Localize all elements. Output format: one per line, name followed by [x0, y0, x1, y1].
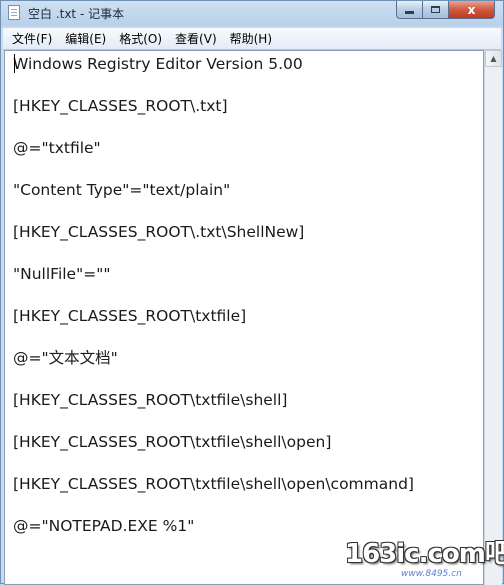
notepad-window: 空白 .txt - 记事本 x 文件(F) 编辑(E) 格式(O) 查看(V) … [0, 0, 504, 585]
editor-content: Windows Registry Editor Version 5.00 [HK… [13, 51, 414, 555]
menu-edit[interactable]: 编辑(E) [60, 30, 111, 47]
menu-help[interactable]: 帮助(H) [225, 30, 277, 47]
text-line: [HKEY_CLASSES_ROOT\txtfile\shell] [13, 391, 288, 409]
menu-file[interactable]: 文件(F) [7, 30, 57, 47]
watermark-url: www.8495.cn [401, 569, 462, 579]
text-line: "NullFile"="" [13, 265, 111, 283]
maximize-icon [431, 6, 440, 13]
minimize-button[interactable] [396, 1, 423, 19]
text-line: [HKEY_CLASSES_ROOT\txtfile] [13, 307, 247, 325]
vertical-scrollbar[interactable]: ▲ [484, 50, 502, 585]
minimize-icon [405, 11, 414, 14]
notepad-icon[interactable] [8, 5, 20, 20]
text-line: "Content Type"="text/plain" [13, 181, 231, 199]
text-line: @="txtfile" [13, 139, 101, 157]
text-line: @="文本文档" [13, 349, 118, 367]
menu-format[interactable]: 格式(O) [114, 30, 167, 47]
text-line: [HKEY_CLASSES_ROOT\.txt\ShellNew] [13, 223, 305, 241]
scroll-up-button[interactable]: ▲ [485, 50, 502, 67]
close-button[interactable]: x [448, 1, 495, 19]
text-editor[interactable]: Windows Registry Editor Version 5.00 [HK… [4, 50, 484, 585]
window-title: 空白 .txt - 记事本 [28, 7, 125, 21]
title-bar[interactable]: 空白 .txt - 记事本 x [1, 1, 503, 27]
text-line: [HKEY_CLASSES_ROOT\txtfile\shell\open\co… [13, 475, 414, 493]
scroll-up-arrow-icon: ▲ [490, 54, 497, 63]
maximize-button[interactable] [422, 1, 449, 19]
text-line: [HKEY_CLASSES_ROOT\txtfile\shell\open] [13, 433, 332, 451]
menu-view[interactable]: 查看(V) [170, 30, 222, 47]
text-line: [HKEY_CLASSES_ROOT\.txt] [13, 97, 228, 115]
watermark-logo: 163ic.com吧 www.8495.cn [345, 533, 504, 585]
close-icon: x [467, 2, 476, 17]
text-line: Windows Registry Editor Version 5.00 [13, 55, 303, 73]
watermark-text: 163ic.com吧 [345, 539, 504, 569]
text-caret [14, 54, 15, 73]
menu-bar: 文件(F) 编辑(E) 格式(O) 查看(V) 帮助(H) [3, 28, 501, 50]
